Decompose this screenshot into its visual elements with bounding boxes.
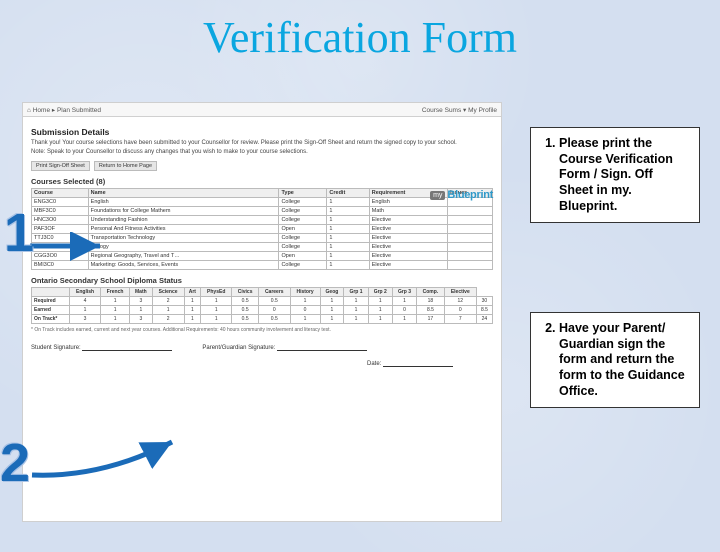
diploma-table: EnglishFrenchMathScienceArtPhysEdCivicsC… <box>31 287 493 324</box>
submission-text-1: Thank you! Your course selections have b… <box>31 140 493 147</box>
parent-signature-line <box>277 343 367 351</box>
diploma-header <box>32 288 70 297</box>
topbar-right-links: Course Sums ▾ My Profile <box>422 106 497 114</box>
courses-selected-label: Courses Selected (8) <box>31 177 493 186</box>
courses-header: Type <box>279 189 327 198</box>
table-row: ENG3C0EnglishCollege1English <box>32 198 493 207</box>
date-line <box>383 359 453 367</box>
callout-number-2: 2 <box>0 432 30 494</box>
table-row: Earned1111110.50011108.508.5 <box>32 306 493 315</box>
parent-signature-label: Parent/Guardian Signature: <box>202 345 275 351</box>
arrow-2 <box>22 430 182 490</box>
myblueprint-logo: my Blueprint <box>430 189 493 201</box>
courses-header: Course <box>32 189 89 198</box>
return-home-button[interactable]: Return to Home Page <box>94 161 157 171</box>
diploma-header: Art <box>184 288 200 297</box>
diploma-header: Math <box>130 288 152 297</box>
courses-header: Name <box>88 189 279 198</box>
callout-number-1: 1 <box>4 202 34 264</box>
diploma-header: Science <box>152 288 184 297</box>
diploma-header: History <box>290 288 320 297</box>
diploma-header: Grp 2 <box>368 288 392 297</box>
student-signature-label: Student Signature: <box>31 345 81 351</box>
diploma-header: Grp 1 <box>344 288 368 297</box>
logo-my: my <box>430 191 445 200</box>
breadcrumb: Home ▸ Plan Submitted <box>27 106 101 114</box>
diploma-header: PhysEd <box>201 288 232 297</box>
student-signature-line <box>82 343 172 351</box>
diploma-header: Grp 3 <box>392 288 416 297</box>
table-row: HNC3O0Understanding FashionCollege1Elect… <box>32 216 493 225</box>
instruction-1-text: Please print the Course Verification For… <box>559 136 689 214</box>
table-row: MBF3C0Foundations for College MathemColl… <box>32 207 493 216</box>
courses-header: Credit <box>327 189 369 198</box>
arrow-1 <box>22 232 112 262</box>
instruction-box-2: Have your Parent/ Guardian sign the form… <box>530 312 700 408</box>
app-topbar: Home ▸ Plan Submitted Course Sums ▾ My P… <box>23 103 501 117</box>
slide-title: Verification Form <box>0 12 720 63</box>
diploma-header: Elective <box>444 288 476 297</box>
diploma-status-label: Ontario Secondary School Diploma Status <box>31 276 493 285</box>
diploma-header: English <box>70 288 101 297</box>
logo-blueprint: Blueprint <box>447 189 493 201</box>
table-row: On Track*3132110.50.51111117724 <box>32 315 493 324</box>
diploma-header: French <box>101 288 130 297</box>
diploma-header: Civics <box>232 288 259 297</box>
date-label: Date: <box>367 361 381 367</box>
diploma-header: Careers <box>258 288 290 297</box>
diploma-footnote: * On Track includes earned, current and … <box>31 327 493 333</box>
table-row: BMI3C0Marketing: Goods, Services, Events… <box>32 261 493 270</box>
instruction-2-text: Have your Parent/ Guardian sign the form… <box>559 321 689 399</box>
print-signoff-button[interactable]: Print Sign-Off Sheet <box>31 161 90 171</box>
submission-heading: Submission Details <box>31 127 493 137</box>
table-row: Required4132110.50.511111181230 <box>32 297 493 306</box>
submission-text-2: Note: Speak to your Counsellor to discus… <box>31 149 493 156</box>
diploma-header: Geog <box>320 288 344 297</box>
signature-area: Student Signature: Parent/Guardian Signa… <box>31 343 493 367</box>
diploma-header: Comp. <box>417 288 445 297</box>
instruction-box-1: Please print the Course Verification For… <box>530 127 700 223</box>
